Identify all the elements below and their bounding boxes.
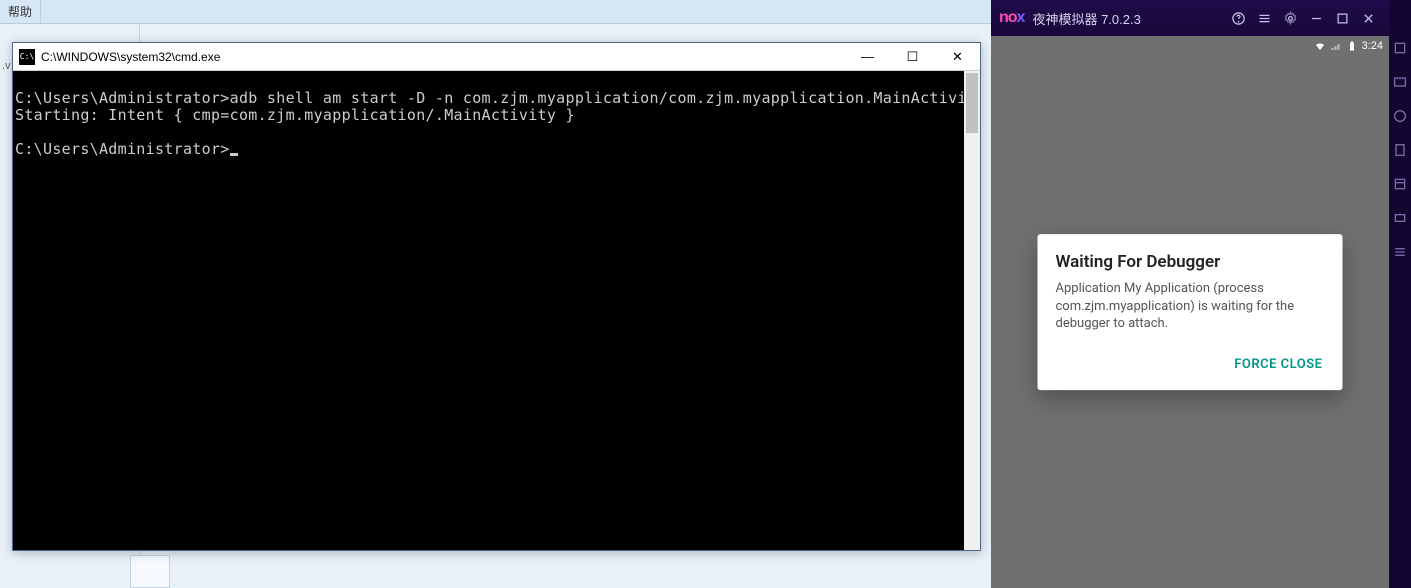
emulator-screen[interactable]: 3:24 Waiting For Debugger Application My…: [991, 36, 1389, 588]
signal-icon: [1330, 40, 1342, 52]
scrollbar[interactable]: [964, 71, 980, 550]
nox-titlebar[interactable]: nox 夜神模拟器 7.0.2.3: [991, 0, 1389, 36]
nox-emulator-window: nox 夜神模拟器 7.0.2.3 3:24 Waiting For Debug…: [991, 0, 1411, 588]
terminal-line: C:\Users\Administrator>adb shell am star…: [15, 90, 980, 107]
sidebar-tool-icon[interactable]: [1392, 210, 1408, 226]
help-icon[interactable]: [1225, 5, 1251, 31]
status-time: 3:24: [1362, 40, 1383, 52]
dialog-title: Waiting For Debugger: [1038, 234, 1343, 276]
terminal-line: [15, 124, 980, 141]
nox-logo: nox: [999, 9, 1024, 27]
cmd-window: C:\ C:\WINDOWS\system32\cmd.exe — ☐ ✕ C:…: [12, 42, 981, 551]
sidebar-tool-icon[interactable]: [1392, 108, 1408, 124]
force-close-button[interactable]: FORCE CLOSE: [1226, 351, 1330, 378]
dialog-body: Application My Application (process com.…: [1038, 276, 1343, 343]
cursor: [230, 153, 238, 156]
sidebar-tool-icon[interactable]: [1392, 74, 1408, 90]
cmd-titlebar[interactable]: C:\ C:\WINDOWS\system32\cmd.exe — ☐ ✕: [13, 43, 980, 71]
minimize-button[interactable]: —: [845, 43, 890, 71]
battery-icon: [1346, 40, 1358, 52]
nox-sidebar: [1389, 0, 1411, 588]
cmd-terminal[interactable]: C:\Users\Administrator>adb shell am star…: [13, 71, 980, 550]
maximize-icon[interactable]: [1329, 5, 1355, 31]
sidebar-tool-icon[interactable]: [1392, 40, 1408, 56]
wifi-icon: [1314, 40, 1326, 52]
cmd-icon: C:\: [19, 49, 35, 65]
close-button[interactable]: ✕: [935, 43, 980, 71]
bg-fragment-text: .v: [0, 58, 13, 74]
gear-icon[interactable]: [1277, 5, 1303, 31]
nox-title: 夜神模拟器 7.0.2.3: [1032, 9, 1225, 28]
help-menu[interactable]: 帮助: [0, 0, 41, 23]
android-status-bar: 3:24: [1308, 36, 1389, 56]
sidebar-tool-icon[interactable]: [1392, 244, 1408, 260]
sidebar-tool-icon[interactable]: [1392, 176, 1408, 192]
background-inner-box: [130, 555, 170, 588]
minimize-icon[interactable]: [1303, 5, 1329, 31]
close-icon[interactable]: [1355, 5, 1381, 31]
sidebar-tool-icon[interactable]: [1392, 142, 1408, 158]
cmd-title: C:\WINDOWS\system32\cmd.exe: [41, 50, 845, 64]
maximize-button[interactable]: ☐: [890, 43, 935, 71]
debugger-dialog: Waiting For Debugger Application My Appl…: [1038, 234, 1343, 390]
scrollbar-thumb[interactable]: [966, 73, 978, 133]
menu-icon[interactable]: [1251, 5, 1277, 31]
terminal-line: Starting: Intent { cmp=com.zjm.myapplica…: [15, 107, 980, 124]
terminal-prompt: C:\Users\Administrator>: [15, 141, 980, 158]
